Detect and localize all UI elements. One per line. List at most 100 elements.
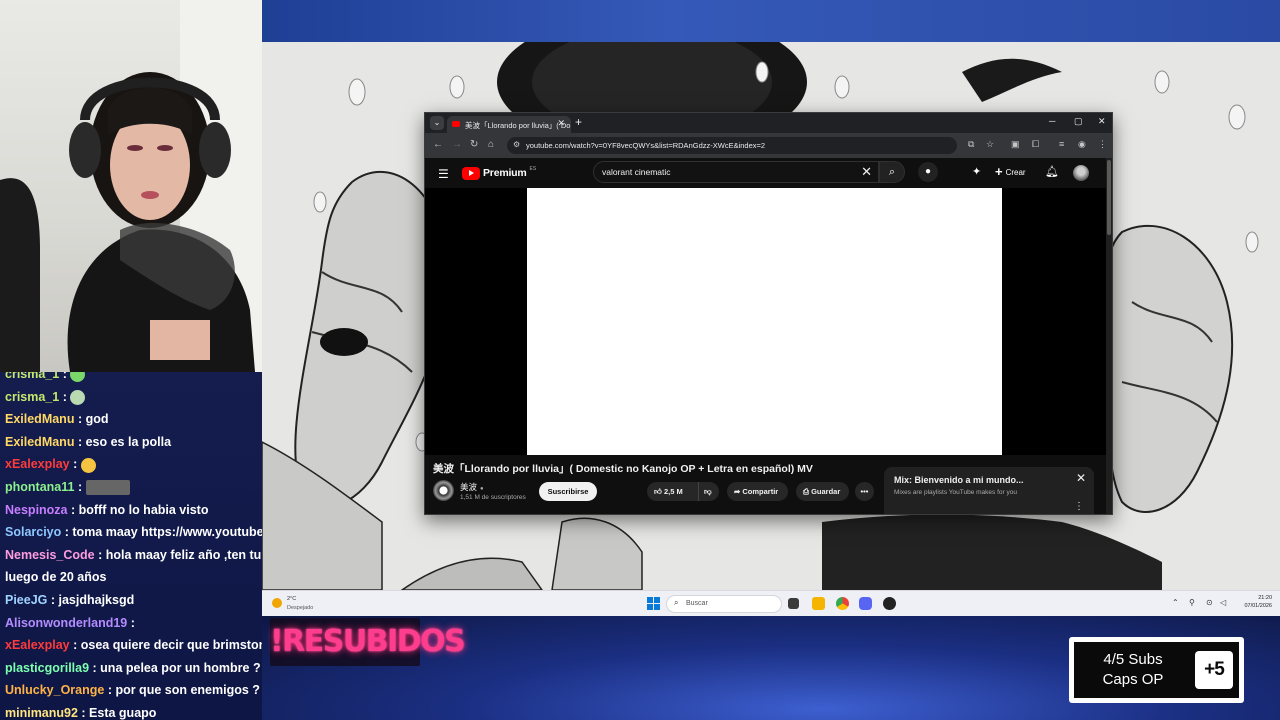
create-button[interactable]: + Crear — [991, 162, 1033, 182]
chat-username[interactable]: xEalexplay — [5, 638, 70, 652]
install-app-icon[interactable]: ⧉ — [968, 139, 974, 150]
chat-username[interactable]: xEalexplay — [5, 457, 70, 471]
tab-search-icon[interactable]: ⌄ — [430, 116, 444, 130]
voice-search-icon[interactable]: ● — [918, 162, 938, 182]
file-explorer-icon[interactable] — [812, 597, 825, 610]
tray-chevron-icon[interactable]: ⌃ — [1172, 598, 1179, 607]
start-button[interactable] — [647, 597, 660, 610]
chat-separator: : — [59, 389, 71, 404]
window-close-icon[interactable]: ✕ — [1098, 116, 1106, 127]
more-actions-button[interactable]: ••• — [855, 482, 874, 501]
tab-bar: ⌄ 美波「Llorando por lluvia」( Dom ✕ + ─ ▢ ✕ — [425, 113, 1112, 133]
mic-tray-icon[interactable]: ⚲ — [1189, 598, 1195, 607]
page-scrollbar[interactable] — [1106, 158, 1112, 514]
network-icon[interactable]: ⊙ — [1206, 598, 1213, 607]
chrome-icon[interactable] — [836, 597, 849, 610]
chat-username[interactable]: Solarciyo — [5, 525, 61, 539]
new-tab-icon[interactable]: + — [575, 115, 582, 129]
tab-youtube[interactable]: 美波「Llorando por lluvia」( Dom ✕ — [447, 116, 571, 133]
chat-username[interactable]: ExiledManu — [5, 435, 74, 449]
youtube-play-icon — [462, 166, 480, 180]
task-view-icon[interactable] — [788, 598, 799, 609]
chat-username[interactable]: ExiledManu — [5, 412, 74, 426]
browser-menu-icon[interactable]: ⋮ — [1098, 139, 1107, 150]
forward-icon[interactable]: → — [452, 139, 462, 150]
search-button[interactable]: ⌕ — [879, 161, 905, 183]
media-icon[interactable]: ≡ — [1059, 139, 1064, 149]
chat-username[interactable]: phontana11 — [5, 480, 74, 494]
verified-icon: ● — [480, 486, 484, 492]
subs-goal-text: 4/5 Subs Caps OP — [1074, 650, 1192, 690]
chat-username[interactable]: plasticgorilla9 — [5, 661, 89, 675]
save-button[interactable]: ⎙ Guardar — [796, 482, 849, 501]
obs-icon[interactable] — [883, 597, 896, 610]
home-icon[interactable]: ⌂ — [488, 139, 494, 150]
subs-goal-widget: 4/5 Subs Caps OP +5 — [1069, 637, 1244, 703]
puzzle-icon[interactable]: ⧠ — [1032, 139, 1039, 150]
chat-message: ExiledManu : god — [5, 408, 262, 431]
chat-username[interactable]: Unlucky_Orange — [5, 683, 104, 697]
search-query: valorant cinematic — [602, 167, 671, 177]
extension-icon[interactable]: ▣ — [1011, 139, 1020, 150]
back-icon[interactable]: ← — [433, 139, 443, 150]
mix-close-icon[interactable]: ✕ — [1076, 471, 1086, 485]
clock[interactable]: 21:20 07/01/2026 — [1244, 594, 1272, 610]
youtube-logo[interactable]: Premium ES — [462, 166, 536, 180]
reload-icon[interactable]: ↻ — [470, 139, 478, 150]
youtube-logo-text: Premium — [483, 167, 527, 179]
like-button[interactable]: 👍︎ 2,5 M — [654, 482, 683, 501]
account-avatar[interactable] — [1073, 165, 1089, 181]
chat-separator: : — [127, 615, 135, 630]
like-divider — [698, 482, 699, 501]
chat-username[interactable]: Nespinoza — [5, 503, 68, 517]
chat-username[interactable]: Nemesis_Code — [5, 548, 95, 562]
youtube-page: ☰ Premium ES valorant cinematic ✕ ⌕ ● ✦ … — [425, 158, 1108, 514]
discord-icon[interactable] — [859, 597, 872, 610]
bookmark-star-icon[interactable]: ☆ — [986, 139, 994, 150]
resubidos-label: !RESUBIDOS — [270, 618, 466, 666]
cast-icon[interactable]: ✦ — [972, 165, 981, 178]
subs-goal-inner: 4/5 Subs Caps OP +5 — [1074, 642, 1239, 698]
chat-username[interactable]: crisma_1 — [5, 390, 59, 404]
tab-title: 美波「Llorando por lluvia」( Dom — [465, 121, 571, 130]
search-input[interactable]: valorant cinematic ✕ — [593, 161, 879, 183]
mix-menu-icon[interactable]: ⋮ — [1074, 501, 1084, 512]
dislike-button[interactable]: 👎︎ — [704, 482, 712, 501]
profile-icon[interactable]: ◉ — [1078, 139, 1086, 150]
mix-subtitle: Mixes are playlists YouTube makes for yo… — [894, 489, 1017, 496]
minimize-icon[interactable]: ─ — [1049, 116, 1055, 126]
chat-username[interactable]: PieeJG — [5, 593, 47, 607]
chat-username[interactable]: Alisonwonderland19 — [5, 616, 127, 630]
channel-avatar[interactable] — [433, 480, 454, 501]
volume-icon[interactable]: ◁ — [1220, 598, 1226, 607]
tab-close-icon[interactable]: ✕ — [557, 118, 565, 129]
logo-region: ES — [529, 166, 537, 172]
video-player[interactable] — [527, 188, 1002, 455]
channel-name-wrap[interactable]: 美波 ● — [460, 481, 484, 493]
overlay-top-band — [262, 0, 1280, 42]
scrollbar-thumb[interactable] — [1107, 160, 1111, 235]
subscribe-button[interactable]: Suscribirse — [539, 482, 597, 501]
chat-username[interactable]: crisma_1 — [5, 372, 59, 381]
search-icon: ⌕ — [674, 598, 679, 607]
subs-goal-line2: Caps OP — [1102, 671, 1164, 688]
thumbs-down-icon: 👎︎ — [704, 487, 712, 496]
search-icon: ⌕ — [888, 166, 896, 178]
notifications-bell-icon[interactable]: 🔔︎ — [1045, 165, 1059, 178]
chat-separator: : — [59, 372, 71, 381]
save-label: Guardar — [811, 487, 841, 496]
save-icon: ⎙ — [803, 487, 809, 496]
share-button[interactable]: ➦ Compartir — [727, 482, 788, 501]
clear-search-icon[interactable]: ✕ — [861, 164, 872, 180]
chat-username[interactable]: minimanu92 — [5, 706, 78, 720]
chat-message: phontana11 : — [5, 476, 262, 499]
chat-separator: : — [69, 457, 81, 472]
mix-playlist-panel[interactable]: Mix: Bienvenido a mi mundo... Mixes are … — [884, 467, 1094, 514]
browser-window: ⌄ 美波「Llorando por lluvia」( Dom ✕ + ─ ▢ ✕… — [424, 112, 1113, 515]
address-bar[interactable]: ⚙ youtube.com/watch?v=0YF8vecQWYs&list=R… — [507, 137, 957, 154]
taskbar-search[interactable]: ⌕ Buscar — [666, 595, 782, 613]
chat-message: Nespinoza : bofff no lo habia visto — [5, 499, 262, 522]
hamburger-menu-icon[interactable]: ☰ — [438, 167, 449, 181]
maximize-icon[interactable]: ▢ — [1074, 116, 1083, 127]
site-info-icon[interactable]: ⚙ — [513, 140, 520, 149]
